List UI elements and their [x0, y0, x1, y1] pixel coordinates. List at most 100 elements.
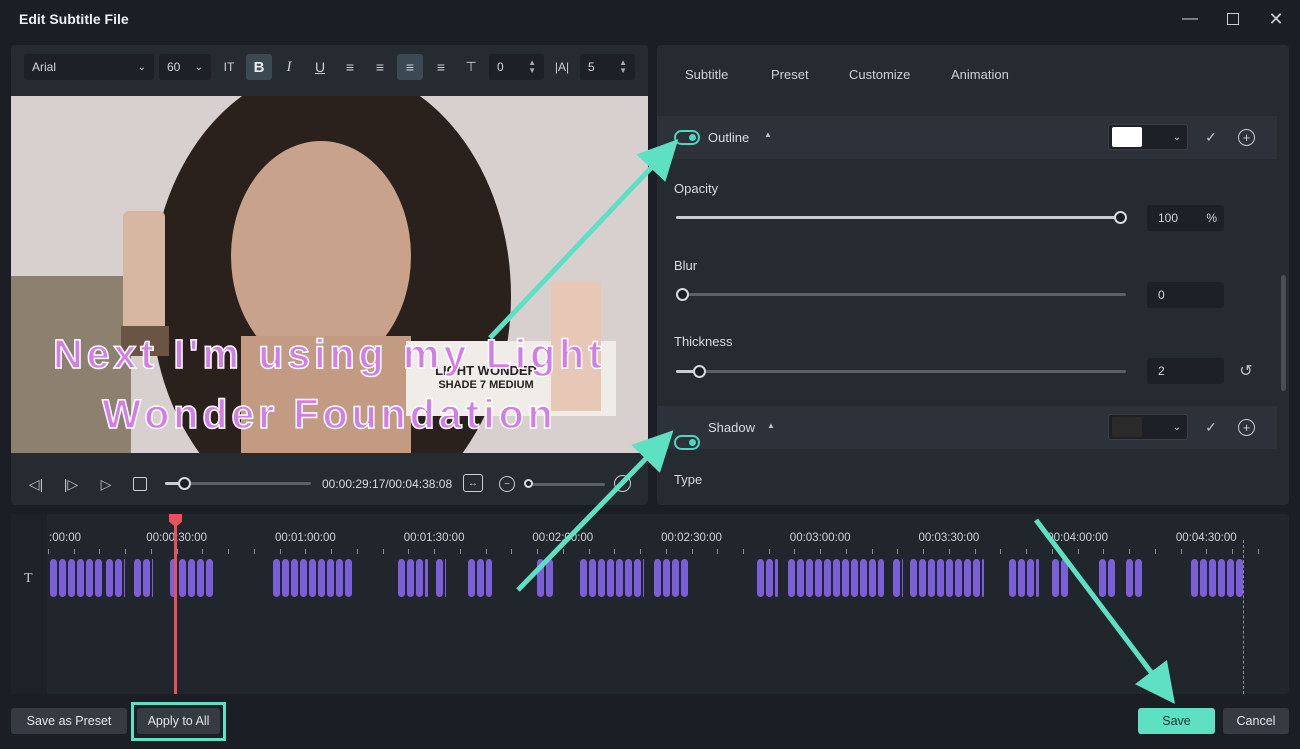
subtitle-clip[interactable]	[1009, 559, 1016, 597]
subtitle-clip[interactable]	[546, 559, 553, 597]
subtitle-clip[interactable]	[77, 559, 84, 597]
close-icon[interactable]: ✕	[1262, 6, 1290, 32]
blur-knob[interactable]	[676, 288, 689, 301]
subtitle-clip[interactable]	[124, 559, 125, 597]
subtitle-clip[interactable]	[445, 559, 446, 597]
line-spacing-icon[interactable]: |A|	[549, 54, 575, 80]
save-button[interactable]: Save	[1138, 708, 1215, 734]
font-size-select[interactable]: 60 ⌄	[159, 54, 211, 80]
save-as-preset-button[interactable]: Save as Preset	[11, 708, 127, 734]
subtitle-clip[interactable]	[68, 559, 75, 597]
minimize-icon[interactable]: —	[1176, 6, 1204, 32]
tab-subtitle[interactable]: Subtitle	[685, 67, 728, 82]
subtitle-clip[interactable]	[282, 559, 289, 597]
video-preview[interactable]: LIGHT WONDER SHADE 7 MEDIUM Next I'm usin…	[11, 96, 648, 453]
subtitle-clip[interactable]	[625, 559, 632, 597]
subtitle-clip[interactable]	[537, 559, 544, 597]
subtitle-clip[interactable]	[902, 559, 903, 597]
subtitle-clip[interactable]	[860, 559, 867, 597]
previous-frame-icon[interactable]: ◁|	[26, 474, 46, 494]
subtitle-clip[interactable]	[937, 559, 944, 597]
subtitle-clip[interactable]	[928, 559, 935, 597]
outline-toggle[interactable]	[674, 130, 700, 145]
align-left-icon[interactable]: ≡	[337, 54, 363, 80]
text-height-icon[interactable]: ⊤	[458, 54, 484, 80]
subtitle-clip[interactable]	[775, 559, 778, 597]
subtitle-clip[interactable]	[824, 559, 831, 597]
subtitle-clip[interactable]	[1135, 559, 1142, 597]
maximize-icon[interactable]	[1219, 6, 1247, 32]
subtitle-clip[interactable]	[398, 559, 405, 597]
blur-slider[interactable]	[676, 293, 1126, 296]
opacity-knob[interactable]	[1114, 211, 1127, 224]
eyedropper-icon[interactable]: ✓	[1202, 418, 1220, 436]
apply-to-all-button[interactable]: Apply to All	[137, 708, 220, 734]
zoom-in-icon[interactable]	[614, 475, 631, 492]
subtitle-clip[interactable]	[851, 559, 858, 597]
subtitle-clip[interactable]	[206, 559, 213, 597]
subtitle-clip[interactable]	[179, 559, 186, 597]
subtitle-clip[interactable]	[672, 559, 679, 597]
subtitle-clip[interactable]	[1236, 559, 1243, 597]
subtitle-clip[interactable]	[616, 559, 623, 597]
justify-icon[interactable]: ≡	[428, 54, 454, 80]
subtitle-clip[interactable]	[788, 559, 795, 597]
subtitle-clip[interactable]	[869, 559, 876, 597]
subtitle-clip[interactable]	[893, 559, 900, 597]
eyedropper-icon[interactable]: ✓	[1202, 128, 1220, 146]
subtitle-clip[interactable]	[878, 559, 884, 597]
align-center-icon[interactable]: ≡	[397, 54, 423, 80]
zoom-knob[interactable]	[524, 479, 533, 488]
subtitle-clip[interactable]	[1227, 559, 1234, 597]
subtitle-clip[interactable]	[106, 559, 113, 597]
line-spacing-stepper[interactable]: 5 ▲ ▼	[580, 54, 635, 80]
subtitle-clip[interactable]	[1061, 559, 1068, 597]
subtitle-clip[interactable]	[152, 559, 153, 597]
subtitle-clip[interactable]	[806, 559, 813, 597]
subtitle-clip[interactable]	[309, 559, 316, 597]
reset-icon[interactable]: ↺	[1237, 362, 1255, 380]
subtitle-clip[interactable]	[86, 559, 93, 597]
subtitle-clip[interactable]	[188, 559, 195, 597]
subtitle-clip[interactable]	[1209, 559, 1216, 597]
subtitle-clip[interactable]	[1108, 559, 1115, 597]
shadow-toggle[interactable]	[674, 435, 700, 450]
add-color-icon[interactable]: +	[1238, 129, 1255, 146]
subtitle-clip[interactable]	[643, 559, 644, 597]
opacity-slider[interactable]	[676, 216, 1126, 219]
fit-icon[interactable]: ↔	[463, 474, 483, 492]
subtitle-clip[interactable]	[946, 559, 953, 597]
zoom-out-icon[interactable]: −	[499, 476, 515, 492]
properties-scrollbar[interactable]	[1281, 275, 1286, 391]
thickness-field[interactable]: 2	[1147, 358, 1224, 384]
outline-color-picker[interactable]: ⌄	[1108, 124, 1188, 150]
subtitle-clip[interactable]	[134, 559, 141, 597]
subtitle-clip[interactable]	[766, 559, 773, 597]
subtitle-clip[interactable]	[486, 559, 492, 597]
tab-animation[interactable]: Animation	[951, 67, 1009, 82]
subtitle-clip[interactable]	[318, 559, 325, 597]
subtitle-clip[interactable]	[59, 559, 66, 597]
subtitle-clip[interactable]	[1200, 559, 1207, 597]
spacing-stepper[interactable]: 0 ▲ ▼	[489, 54, 544, 80]
tab-preset[interactable]: Preset	[771, 67, 809, 82]
shadow-color-picker[interactable]: ⌄	[1108, 414, 1188, 440]
subtitle-clip[interactable]	[833, 559, 840, 597]
subtitle-clip[interactable]	[964, 559, 971, 597]
font-select[interactable]: Arial ⌄	[24, 54, 154, 80]
subtitle-clip[interactable]	[1052, 559, 1059, 597]
subtitle-clip[interactable]	[50, 559, 57, 597]
subtitle-clip[interactable]	[1126, 559, 1133, 597]
subtitle-clip[interactable]	[919, 559, 926, 597]
subtitle-clip[interactable]	[1018, 559, 1025, 597]
subtitle-clip[interactable]	[1099, 559, 1106, 597]
subtitle-clip[interactable]	[842, 559, 849, 597]
tab-customize[interactable]: Customize	[849, 67, 910, 82]
subtitle-clip[interactable]	[416, 559, 423, 597]
subtitle-clip[interactable]	[468, 559, 475, 597]
subtitle-clip[interactable]	[973, 559, 980, 597]
add-color-icon[interactable]: +	[1238, 419, 1255, 436]
subtitle-clip[interactable]	[654, 559, 661, 597]
subtitle-clip[interactable]	[757, 559, 764, 597]
subtitle-clip[interactable]	[797, 559, 804, 597]
